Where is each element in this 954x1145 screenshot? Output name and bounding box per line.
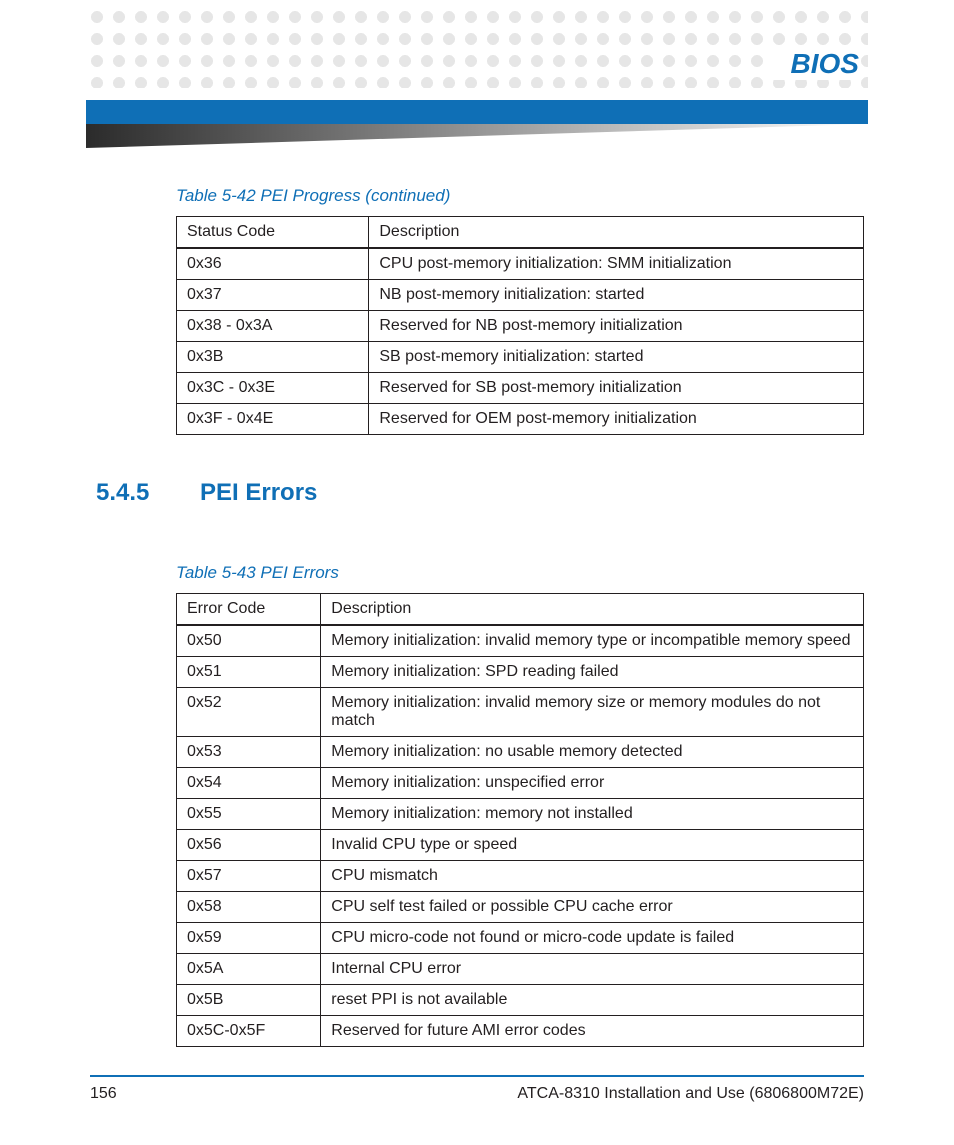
table-row: 0x5C-0x5FReserved for future AMI error c…	[177, 1016, 864, 1047]
table-header-row: Error Code Description	[177, 594, 864, 626]
table-cell: 0x59	[177, 923, 321, 954]
header-dot-pattern	[86, 6, 868, 88]
col-header: Status Code	[177, 217, 369, 249]
table-cell: Memory initialization: memory not instal…	[321, 799, 864, 830]
table-cell: NB post-memory initialization: started	[369, 280, 864, 311]
table-row: 0x5AInternal CPU error	[177, 954, 864, 985]
table-cell: 0x55	[177, 799, 321, 830]
table-cell: 0x57	[177, 861, 321, 892]
page-content: Table 5-42 PEI Progress (continued) Stat…	[176, 180, 864, 1047]
table-row: 0x50Memory initialization: invalid memor…	[177, 625, 864, 657]
table-body: 0x50Memory initialization: invalid memor…	[177, 625, 864, 1047]
table-cell: 0x38 - 0x3A	[177, 311, 369, 342]
table-header-row: Status Code Description	[177, 217, 864, 249]
col-header: Error Code	[177, 594, 321, 626]
header-blue-bar	[86, 100, 868, 124]
table-row: 0x3BSB post-memory initialization: start…	[177, 342, 864, 373]
table-cell: SB post-memory initialization: started	[369, 342, 864, 373]
table-row: 0x56Invalid CPU type or speed	[177, 830, 864, 861]
footer-rule	[90, 1075, 864, 1077]
table-cell: 0x5C-0x5F	[177, 1016, 321, 1047]
table-cell: 0x3F - 0x4E	[177, 404, 369, 435]
table-row: 0x36CPU post-memory initialization: SMM …	[177, 248, 864, 280]
table-cell: reset PPI is not available	[321, 985, 864, 1016]
table-cell: 0x52	[177, 688, 321, 737]
document-id: ATCA-8310 Installation and Use (6806800M…	[517, 1085, 864, 1103]
table-cell: 0x36	[177, 248, 369, 280]
table-caption-1: Table 5-42 PEI Progress (continued)	[176, 186, 864, 206]
pei-errors-table: Error Code Description 0x50Memory initia…	[176, 593, 864, 1047]
table-cell: 0x3C - 0x3E	[177, 373, 369, 404]
page-footer: 156 ATCA-8310 Installation and Use (6806…	[90, 1075, 864, 1103]
table-cell: Memory initialization: invalid memory si…	[321, 688, 864, 737]
page-number: 156	[90, 1085, 117, 1103]
table-cell: Memory initialization: SPD reading faile…	[321, 657, 864, 688]
table-row: 0x53Memory initialization: no usable mem…	[177, 737, 864, 768]
table-row: 0x58CPU self test failed or possible CPU…	[177, 892, 864, 923]
table-cell: 0x3B	[177, 342, 369, 373]
table-row: 0x57CPU mismatch	[177, 861, 864, 892]
pei-progress-table: Status Code Description 0x36CPU post-mem…	[176, 216, 864, 435]
table-cell: Memory initialization: unspecified error	[321, 768, 864, 799]
table-row: 0x52Memory initialization: invalid memor…	[177, 688, 864, 737]
chapter-title: BIOS	[773, 48, 859, 80]
table-cell: Reserved for SB post-memory initializati…	[369, 373, 864, 404]
header-wedge	[86, 124, 868, 148]
table-cell: 0x56	[177, 830, 321, 861]
table-cell: Reserved for OEM post-memory initializat…	[369, 404, 864, 435]
table-cell: CPU self test failed or possible CPU cac…	[321, 892, 864, 923]
table-row: 0x3C - 0x3EReserved for SB post-memory i…	[177, 373, 864, 404]
col-header: Description	[321, 594, 864, 626]
table-row: 0x51Memory initialization: SPD reading f…	[177, 657, 864, 688]
table-row: 0x3F - 0x4EReserved for OEM post-memory …	[177, 404, 864, 435]
table-row: 0x59CPU micro-code not found or micro-co…	[177, 923, 864, 954]
table-cell: Internal CPU error	[321, 954, 864, 985]
col-header: Description	[369, 217, 864, 249]
table-body: 0x36CPU post-memory initialization: SMM …	[177, 248, 864, 435]
table-cell: 0x58	[177, 892, 321, 923]
table-cell: 0x37	[177, 280, 369, 311]
table-row: 0x37NB post-memory initialization: start…	[177, 280, 864, 311]
table-cell: 0x54	[177, 768, 321, 799]
table-cell: Reserved for NB post-memory initializati…	[369, 311, 864, 342]
section-title: PEI Errors	[200, 479, 317, 507]
table-cell: 0x50	[177, 625, 321, 657]
table-cell: CPU micro-code not found or micro-code u…	[321, 923, 864, 954]
table-caption-2: Table 5-43 PEI Errors	[176, 563, 864, 583]
table-cell: CPU post-memory initialization: SMM init…	[369, 248, 864, 280]
table-cell: Invalid CPU type or speed	[321, 830, 864, 861]
table-cell: Memory initialization: no usable memory …	[321, 737, 864, 768]
table-row: 0x5Breset PPI is not available	[177, 985, 864, 1016]
table-cell: 0x51	[177, 657, 321, 688]
section-heading: 5.4.5 PEI Errors	[96, 479, 864, 507]
table-cell: Memory initialization: invalid memory ty…	[321, 625, 864, 657]
table-cell: 0x5A	[177, 954, 321, 985]
table-row: 0x54Memory initialization: unspecified e…	[177, 768, 864, 799]
table-cell: Reserved for future AMI error codes	[321, 1016, 864, 1047]
table-cell: CPU mismatch	[321, 861, 864, 892]
table-row: 0x55Memory initialization: memory not in…	[177, 799, 864, 830]
table-cell: 0x53	[177, 737, 321, 768]
table-row: 0x38 - 0x3AReserved for NB post-memory i…	[177, 311, 864, 342]
section-number: 5.4.5	[96, 479, 160, 507]
table-cell: 0x5B	[177, 985, 321, 1016]
